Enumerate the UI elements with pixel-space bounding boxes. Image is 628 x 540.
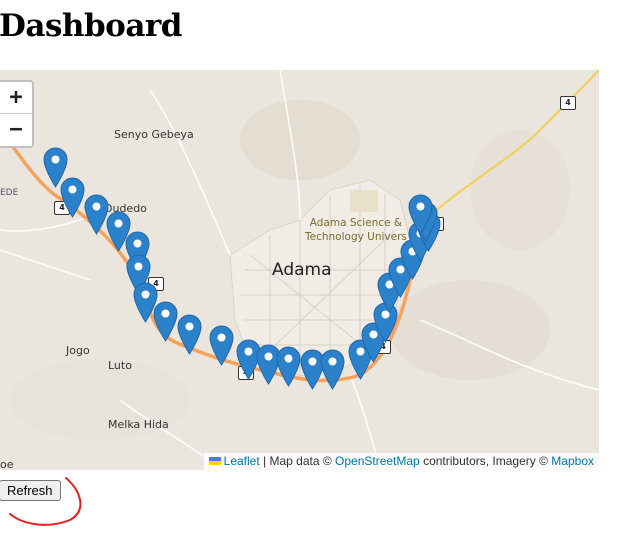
map-marker-icon[interactable] bbox=[176, 314, 202, 359]
map-marker-icon[interactable] bbox=[59, 177, 85, 222]
map-marker-icon[interactable] bbox=[275, 346, 301, 391]
university-label-line: Adama Science & bbox=[309, 217, 403, 229]
city-label: Adama bbox=[272, 260, 332, 280]
leaflet-link[interactable]: Leaflet bbox=[224, 454, 260, 468]
place-label: EDE bbox=[0, 188, 19, 198]
zoom-in-button[interactable]: + bbox=[0, 82, 32, 113]
road-shield: 4 bbox=[560, 96, 576, 110]
attribution-text: | Map data © bbox=[259, 454, 336, 468]
map-attribution: Leaflet | Map data © OpenStreetMap contr… bbox=[203, 453, 599, 470]
university-label-line: Technology Univers bbox=[305, 231, 407, 243]
ukraine-flag-icon bbox=[208, 457, 221, 465]
map-marker-icon[interactable] bbox=[208, 325, 234, 370]
attribution-text: contributors, Imagery © bbox=[419, 454, 552, 468]
zoom-out-button[interactable]: − bbox=[0, 113, 32, 145]
map-marker-icon[interactable] bbox=[407, 194, 433, 239]
mapbox-link[interactable]: Mapbox bbox=[551, 454, 594, 468]
place-label: Melka Hida bbox=[108, 418, 169, 431]
university-label: Adama Science & Technology Univers bbox=[305, 216, 407, 244]
zoom-control: + − bbox=[0, 80, 34, 148]
map-marker-icon[interactable] bbox=[319, 349, 345, 394]
place-label: Senyo Gebeya bbox=[114, 128, 194, 141]
red-scribble-annotation bbox=[9, 477, 82, 526]
place-label: oe bbox=[0, 458, 14, 470]
place-label: Luto bbox=[108, 359, 132, 372]
page-title: Dashboard bbox=[0, 8, 182, 44]
map[interactable]: 4 4 4 4 4 4 Senyo Gebeya Dudedo EDE Jogo… bbox=[0, 70, 599, 470]
openstreetmap-link[interactable]: OpenStreetMap bbox=[335, 454, 420, 468]
map-marker-icon[interactable] bbox=[152, 301, 178, 346]
place-label: Jogo bbox=[66, 344, 90, 357]
